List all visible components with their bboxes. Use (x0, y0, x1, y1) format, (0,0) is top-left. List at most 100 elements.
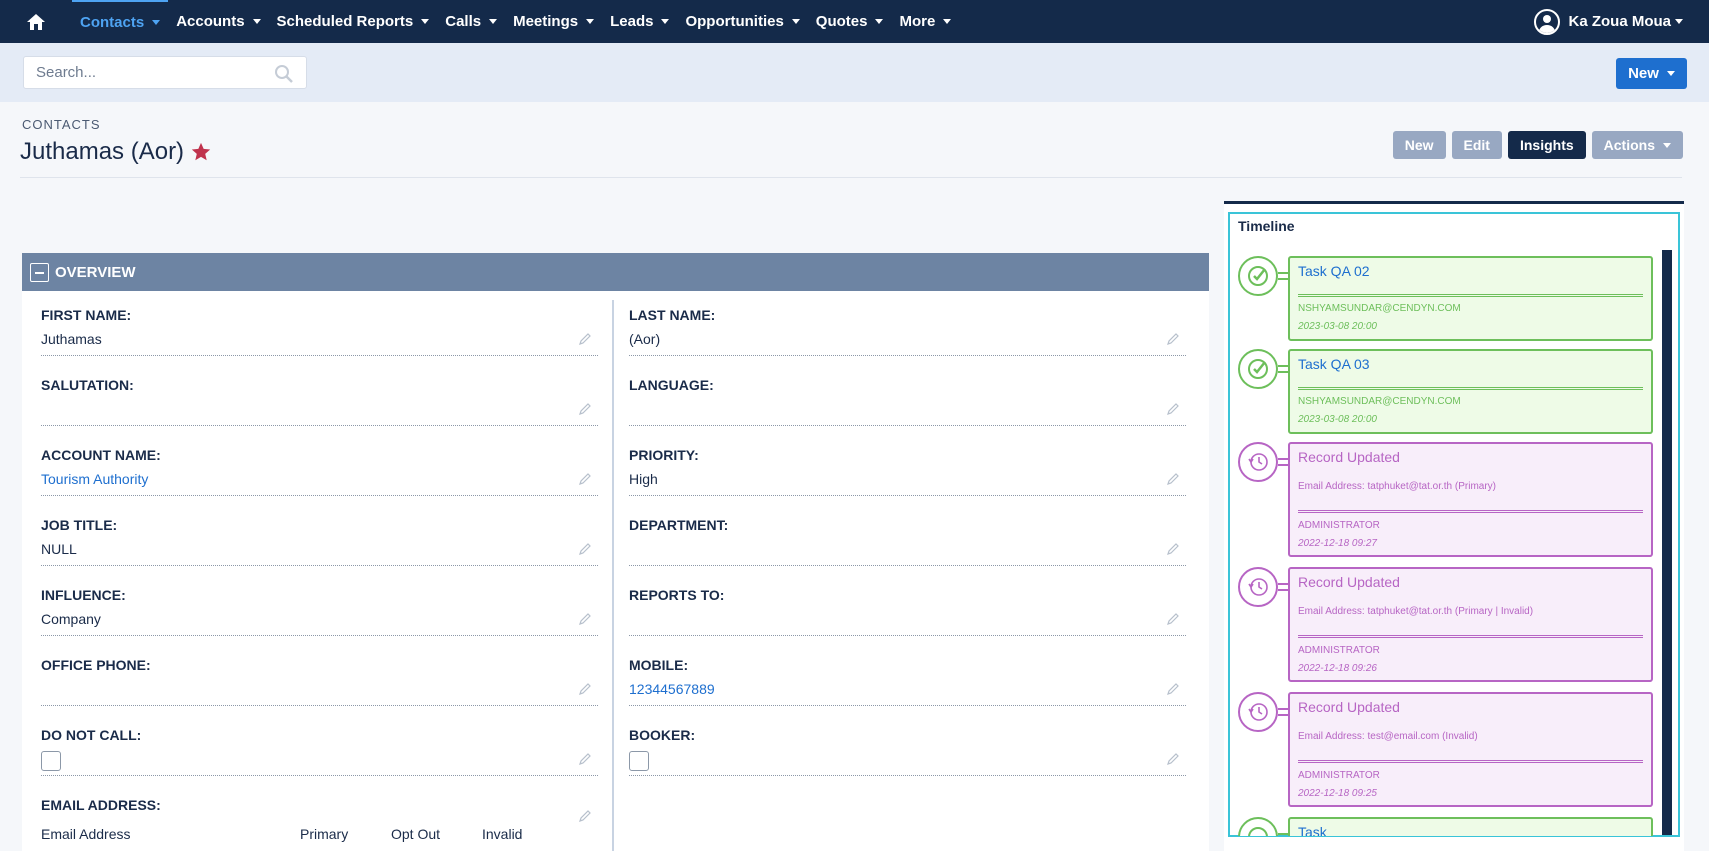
header-divider (20, 177, 1682, 178)
timeline-item-title[interactable]: Record Updated (1298, 574, 1400, 590)
nav-leads[interactable]: Leads (602, 0, 677, 43)
timeline-item-title[interactable]: Task (1298, 824, 1327, 836)
create-new-button[interactable]: New (1616, 58, 1687, 89)
avatar-icon (1534, 8, 1561, 35)
history-icon (1238, 442, 1278, 482)
pencil-icon[interactable] (578, 332, 592, 346)
search-box (23, 56, 307, 89)
timeline-card: Record Updated Email Address: tatphuket@… (1288, 567, 1653, 682)
timeline-item[interactable]: Task (1238, 817, 1658, 836)
nav-meetings[interactable]: Meetings (505, 0, 602, 43)
timeline-card: Task QA 02 NSHYAMSUNDAR@CENDYN.COM 2023-… (1288, 256, 1653, 341)
history-icon (1238, 692, 1278, 732)
timeline-card: Record Updated Email Address: test@email… (1288, 692, 1653, 807)
chevron-down-icon (152, 20, 161, 25)
nav-more[interactable]: More (891, 0, 959, 43)
pencil-icon[interactable] (578, 682, 592, 696)
chevron-down-icon (1666, 71, 1675, 76)
field-job-title[interactable]: JOB TITLE: NULL (41, 501, 598, 571)
pencil-icon[interactable] (1166, 542, 1180, 556)
field-priority[interactable]: PRIORITY: High (629, 431, 1186, 501)
search-bar-area: New (0, 43, 1709, 102)
user-menu[interactable]: Ka Zoua Moua (1534, 0, 1683, 43)
favorite-star-icon[interactable] (190, 141, 212, 163)
timeline-item-title[interactable]: Task QA 03 (1298, 356, 1370, 372)
user-name: Ka Zoua Moua (1568, 13, 1671, 30)
nav-contacts[interactable]: Contacts (72, 0, 169, 43)
timeline-item-title[interactable]: Task QA 02 (1298, 263, 1370, 279)
timeline-item-title[interactable]: Record Updated (1298, 699, 1400, 715)
insights-button[interactable]: Insights (1507, 131, 1586, 159)
pencil-icon[interactable] (578, 752, 592, 766)
home-icon (27, 13, 45, 30)
column-divider (612, 300, 614, 851)
search-input[interactable] (36, 64, 266, 81)
pencil-icon[interactable] (1166, 682, 1180, 696)
collapse-icon[interactable] (30, 262, 49, 282)
timeline-card: Record Updated Email Address: tatphuket@… (1288, 442, 1653, 557)
field-department[interactable]: DEPARTMENT: (629, 501, 1186, 571)
chevron-down-icon (252, 19, 261, 24)
timeline-scrollbar[interactable] (1662, 250, 1672, 835)
account-link[interactable]: Tourism Authority (41, 471, 148, 487)
booker-checkbox[interactable] (629, 751, 649, 771)
field-influence[interactable]: INFLUENCE: Company (41, 571, 598, 641)
timeline-panel: Timeline Task QA 02 NSHYAMSUNDAR@CENDYN.… (1224, 201, 1684, 851)
chevron-down-icon (661, 19, 670, 24)
page-title: Juthamas (Aor) (20, 138, 212, 166)
pencil-icon[interactable] (1166, 332, 1180, 346)
field-last-name[interactable]: LAST NAME: (Aor) (629, 291, 1186, 361)
nav-opportunities[interactable]: Opportunities (677, 0, 807, 43)
timeline-card: Task (1288, 817, 1653, 836)
pencil-icon[interactable] (1166, 472, 1180, 486)
pencil-icon[interactable] (578, 472, 592, 486)
col-opt-out: Opt Out (391, 826, 441, 842)
pencil-icon[interactable] (578, 612, 592, 626)
search-icon[interactable] (274, 64, 294, 84)
pencil-icon[interactable] (578, 809, 592, 823)
col-email-address: Email Address (41, 826, 131, 842)
overview-panel-header[interactable]: OVERVIEW (22, 253, 1209, 291)
timeline-item-title[interactable]: Record Updated (1298, 449, 1400, 465)
actions-button[interactable]: Actions (1591, 131, 1683, 159)
col-primary: Primary (300, 826, 349, 842)
overview-panel: FIRST NAME: Juthamas LAST NAME: (Aor) SA… (22, 291, 1209, 851)
top-navbar: Contacts Accounts Scheduled Reports Call… (0, 0, 1709, 43)
pencil-icon[interactable] (1166, 402, 1180, 416)
chevron-down-icon (875, 19, 884, 24)
timeline-card: Task QA 03 NSHYAMSUNDAR@CENDYN.COM 2023-… (1288, 349, 1653, 434)
chevron-down-icon (489, 19, 498, 24)
task-icon (1238, 349, 1278, 389)
module-label: CONTACTS (22, 117, 101, 132)
nav-accounts[interactable]: Accounts (168, 0, 268, 43)
field-office-phone[interactable]: OFFICE PHONE: (41, 641, 598, 711)
pencil-icon[interactable] (578, 542, 592, 556)
field-booker: BOOKER: (629, 711, 1186, 781)
field-first-name[interactable]: FIRST NAME: Juthamas (41, 291, 598, 361)
col-invalid: Invalid (482, 826, 523, 842)
field-language[interactable]: LANGUAGE: (629, 361, 1186, 431)
pencil-icon[interactable] (1166, 612, 1180, 626)
nav-quotes[interactable]: Quotes (808, 0, 892, 43)
record-actions: New Edit Insights Actions (1392, 131, 1683, 159)
nav-calls[interactable]: Calls (437, 0, 505, 43)
pencil-icon[interactable] (578, 402, 592, 416)
do-not-call-checkbox[interactable] (41, 751, 61, 771)
edit-button[interactable]: Edit (1451, 131, 1502, 159)
timeline-container: Timeline Task QA 02 NSHYAMSUNDAR@CENDYN.… (1228, 212, 1680, 837)
nav-scheduled-reports[interactable]: Scheduled Reports (269, 0, 438, 43)
chevron-down-icon (1663, 142, 1671, 148)
chevron-down-icon (1675, 19, 1683, 24)
field-salutation[interactable]: SALUTATION: (41, 361, 598, 431)
field-reports-to[interactable]: REPORTS TO: (629, 571, 1186, 641)
new-button[interactable]: New (1392, 131, 1446, 159)
chevron-down-icon (791, 19, 800, 24)
field-account-name[interactable]: ACCOUNT NAME: Tourism Authority (41, 431, 598, 501)
mobile-link[interactable]: 12344567889 (629, 681, 715, 697)
pencil-icon[interactable] (1166, 752, 1180, 766)
field-mobile[interactable]: MOBILE: 12344567889 (629, 641, 1186, 711)
chevron-down-icon (586, 19, 595, 24)
home-button[interactable] (0, 0, 72, 43)
panel-title: OVERVIEW (55, 263, 136, 281)
task-icon (1238, 256, 1278, 296)
